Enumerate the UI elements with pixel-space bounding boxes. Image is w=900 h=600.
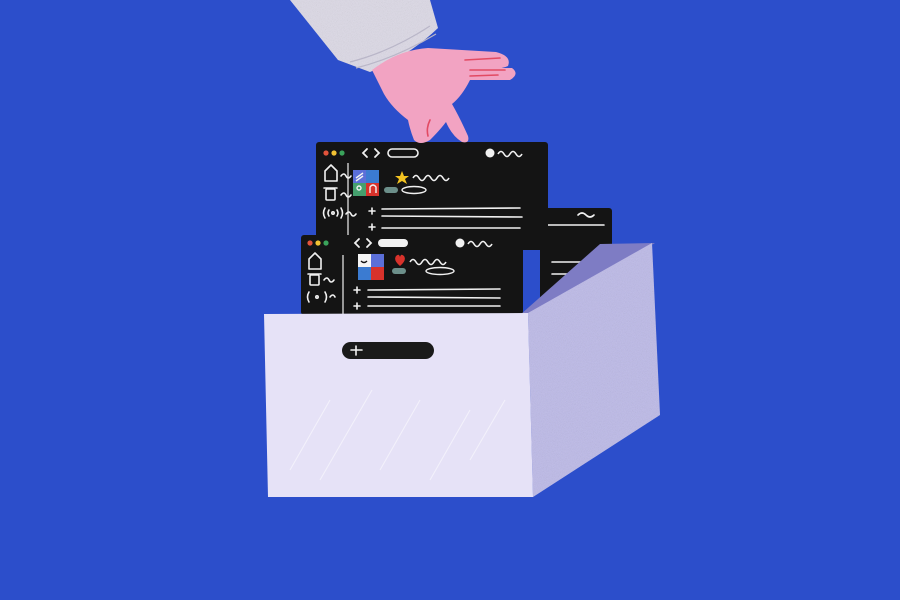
- minimize-dot: [315, 240, 321, 246]
- close-dot: [307, 240, 313, 246]
- profile-icon: [485, 148, 495, 158]
- zoom-dot: [339, 150, 345, 156]
- app-window-top: [316, 142, 548, 250]
- zoom-dot: [323, 240, 329, 246]
- app-window-front: [301, 235, 523, 315]
- close-dot: [323, 150, 329, 156]
- address-bar: [378, 239, 408, 247]
- profile-icon: [455, 238, 465, 248]
- minimize-dot: [331, 150, 337, 156]
- illustration-scene: [0, 0, 900, 600]
